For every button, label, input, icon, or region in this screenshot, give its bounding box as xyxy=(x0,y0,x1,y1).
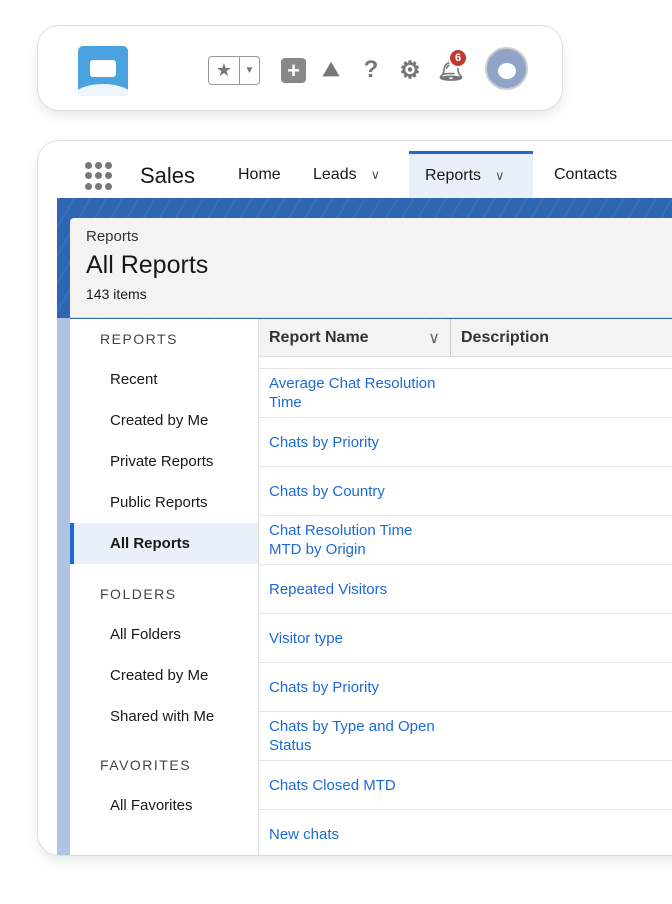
report-link[interactable]: Average Chat Resolution Time xyxy=(269,374,449,412)
table-row: Chats by Priority xyxy=(259,663,672,712)
table-row: Visitor type xyxy=(259,614,672,663)
chevron-down-icon[interactable]: ∨ xyxy=(428,328,440,348)
page-title: All Reports xyxy=(86,251,209,279)
report-link[interactable]: New chats xyxy=(269,825,449,844)
tab-label: Reports xyxy=(425,167,482,184)
section-folders: FOLDERS xyxy=(100,586,177,602)
trailhead-icon[interactable]: ⛰ xyxy=(317,56,345,84)
table-row: Average Chat Resolution Time xyxy=(259,369,672,418)
report-link[interactable]: Chats Closed MTD xyxy=(269,776,449,795)
tab-reports[interactable]: Reports ∨ xyxy=(409,151,533,198)
column-description[interactable]: Description∨ xyxy=(451,319,672,356)
table-header: Report Name ∨ Description∨ xyxy=(259,319,672,357)
sidebar-item-created-by-me[interactable]: Created by Me xyxy=(70,400,258,441)
report-link[interactable]: Visitor type xyxy=(269,629,449,648)
app-window: Sales Home Leads ∨ Reports ∨ Contacts Repo… xyxy=(37,140,672,856)
chevron-down-icon[interactable]: ∨ xyxy=(495,168,505,184)
table-row: New chats xyxy=(259,810,672,855)
column-label: Report Name xyxy=(269,328,369,346)
favorites-dropdown-icon[interactable]: ▼ xyxy=(240,57,259,84)
table-row: Chats by Country xyxy=(259,467,672,516)
section-favorites: FAVORITES xyxy=(100,757,192,773)
app-launcher-icon[interactable] xyxy=(85,162,113,190)
tab-label: Home xyxy=(238,165,281,183)
sidebar-item-all-folders[interactable]: All Folders xyxy=(70,614,258,655)
nav-bar: Sales Home Leads ∨ Reports ∨ Contacts xyxy=(38,151,672,198)
tab-home[interactable]: Home xyxy=(222,151,297,198)
avatar[interactable] xyxy=(485,47,528,90)
table-row: Chats Closed MTD xyxy=(259,761,672,810)
sidebar-item-folders-created-by-me[interactable]: Created by Me xyxy=(70,655,258,696)
report-link[interactable]: Repeated Visitors xyxy=(269,580,449,599)
tab-contacts[interactable]: Contacts xyxy=(538,151,633,198)
add-icon[interactable]: + xyxy=(281,58,306,83)
report-link[interactable]: Chats by Country xyxy=(269,482,449,501)
favorites-button[interactable]: ★ ▼ xyxy=(208,56,260,85)
report-link[interactable]: Chats by Priority xyxy=(269,678,449,697)
table-row: Chats by Priority xyxy=(259,418,672,467)
app-logo[interactable] xyxy=(78,46,128,96)
sidebar-item-shared-with-me[interactable]: Shared with Me xyxy=(70,696,258,737)
favorites-star-icon[interactable]: ★ xyxy=(209,57,240,84)
table-row: Chats by Type and Open Status xyxy=(259,712,672,761)
table-row: Repeated Visitors xyxy=(259,565,672,614)
report-link[interactable]: Chats by Type and Open Status xyxy=(269,717,449,755)
help-icon[interactable]: ? xyxy=(357,56,385,84)
tab-label: Leads xyxy=(313,165,357,183)
item-count: 143 items xyxy=(86,286,147,302)
setup-gear-icon[interactable]: ⚙ xyxy=(396,56,424,84)
section-reports: REPORTS xyxy=(100,331,178,347)
sidebar-item-public-reports[interactable]: Public Reports xyxy=(70,482,258,523)
sidebar-item-all-reports[interactable]: All Reports xyxy=(70,523,258,564)
sidebar: REPORTS Recent Created by Me Private Rep… xyxy=(70,319,258,855)
column-label: Description xyxy=(461,328,550,346)
reports-table: Report Name ∨ Description∨ Average Chat R… xyxy=(258,319,672,855)
sidebar-item-recent[interactable]: Recent xyxy=(70,359,258,400)
tab-label: Contacts xyxy=(554,165,618,183)
notification-badge: 6 xyxy=(448,48,468,68)
tab-leads[interactable]: Leads ∨ xyxy=(297,151,396,198)
sidebar-item-all-favorites[interactable]: All Favorites xyxy=(70,785,258,826)
chevron-down-icon[interactable]: ∨ xyxy=(371,167,381,183)
report-link[interactable]: Chat Resolution Time MTD by Origin xyxy=(269,521,449,559)
global-header: ★ ▼ + ⛰ ? ⚙ 🔔︎ 6 xyxy=(37,25,563,111)
sidebar-item-private-reports[interactable]: Private Reports xyxy=(70,441,258,482)
table-row: Chat Resolution Time MTD by Origin xyxy=(259,516,672,565)
breadcrumb[interactable]: Reports xyxy=(86,228,139,245)
page-header: Reports All Reports 143 items xyxy=(70,218,672,318)
report-link[interactable]: Chats by Priority xyxy=(269,433,449,452)
app-name: Sales xyxy=(140,163,196,188)
column-report-name[interactable]: Report Name ∨ xyxy=(259,319,451,356)
